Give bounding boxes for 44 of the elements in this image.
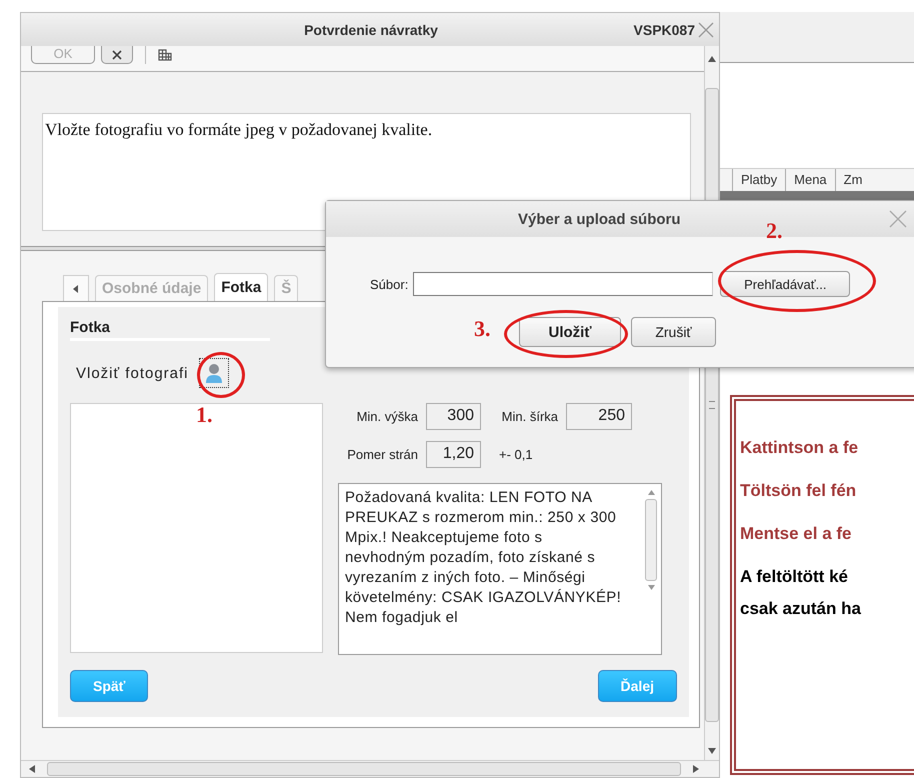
- browse-button[interactable]: Prehľadávať...: [720, 271, 850, 297]
- instruction-text: A feltöltött ké: [740, 566, 849, 588]
- left-arrow-icon[interactable]: [29, 765, 35, 773]
- down-arrow-icon[interactable]: [648, 585, 654, 590]
- file-field[interactable]: [413, 272, 714, 296]
- column-header[interactable]: Mena: [785, 169, 835, 191]
- down-arrow-icon[interactable]: [708, 748, 716, 754]
- input-field[interactable]: 250: [566, 403, 632, 430]
- step-number: 3.: [474, 316, 490, 342]
- step-number: 2.: [766, 218, 782, 244]
- left-arrow-icon: [73, 284, 79, 292]
- file-label: Súbor:: [370, 276, 408, 292]
- field-label: Min. výška: [356, 409, 419, 424]
- up-arrow-icon[interactable]: [708, 56, 716, 62]
- instruction-text: Töltsön fel fén: [740, 480, 858, 502]
- person-icon: [205, 362, 223, 384]
- requirements-text: Požadovaná kvalita: LEN FOTO NA PREUKAZ s rozmerom min.: 250 x 300 Mpix.! Neakceptujeme foto s nevhodným pozadím, foto získané s vyrezaním z iných foto. – Minőségi követelmény: CSAK IGAZOLVÁNYKÉP! Nem fogadjuk el: [344, 488, 622, 628]
- dialog-title: Výber a upload súboru: [518, 210, 681, 228]
- window-code: VSPK087: [634, 22, 695, 38]
- window-title: Potvrdenie návratky: [303, 22, 439, 38]
- scrollbar[interactable]: [21, 760, 719, 777]
- insert-photo-button[interactable]: [199, 358, 229, 388]
- tab-scroll-button[interactable]: [63, 275, 89, 301]
- highlight-circle: [197, 352, 245, 398]
- instruction-text: Kattintson a fe: [740, 437, 860, 459]
- close-icon: [112, 50, 122, 60]
- column-header[interactable]: Zm: [834, 169, 870, 191]
- insert-photo-label: Vložiť fotografi: [76, 364, 190, 382]
- up-arrow-icon[interactable]: [648, 490, 654, 495]
- field-label: Pomer strán: [346, 447, 419, 462]
- save-button[interactable]: Uložiť: [519, 317, 621, 347]
- input-field[interactable]: 300: [426, 403, 481, 430]
- tolerance-text: +- 0,1: [499, 447, 533, 462]
- tab[interactable]: Fotka: [214, 273, 268, 301]
- instruction-text: csak azután ha: [740, 598, 862, 620]
- section-title: Fotka: [70, 319, 270, 341]
- step-number: 1.: [196, 402, 212, 428]
- right-arrow-icon[interactable]: [693, 765, 699, 773]
- cancel-button[interactable]: Zrušiť: [631, 317, 716, 347]
- column-header[interactable]: Platby: [732, 169, 786, 191]
- grid-icon[interactable]: [158, 49, 172, 61]
- field-label: Min. šírka: [500, 409, 559, 424]
- instruction-text: Mentse el a fe: [740, 523, 852, 545]
- input-field[interactable]: 1,20: [426, 441, 481, 468]
